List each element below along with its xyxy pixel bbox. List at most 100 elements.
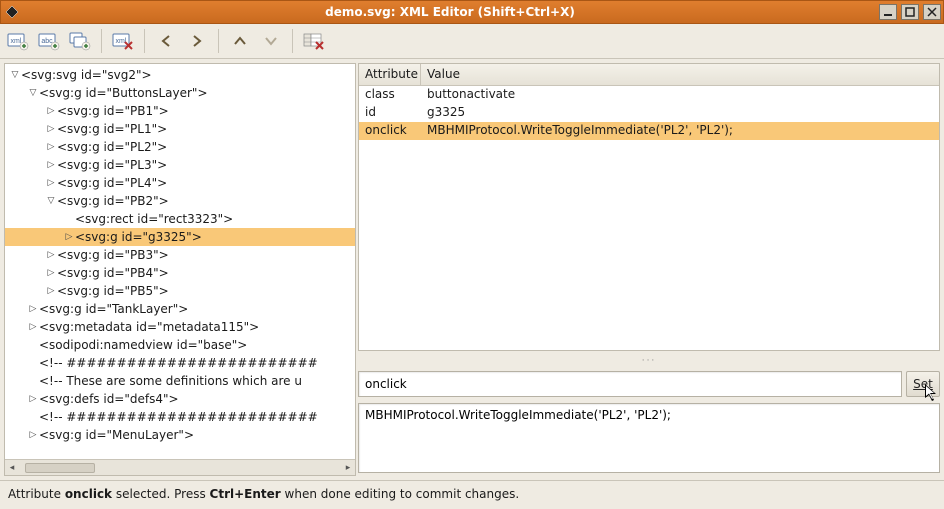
tree-node[interactable]: <svg:g id="PB2"> xyxy=(5,192,355,210)
expand-icon[interactable] xyxy=(27,390,39,408)
tree-node[interactable]: <svg:g id="PL4"> xyxy=(5,174,355,192)
tree-node-label: <!-- These are some definitions which ar… xyxy=(39,372,302,390)
attribute-name-input[interactable] xyxy=(358,371,902,397)
scroll-left-icon[interactable]: ◂ xyxy=(5,461,19,475)
scrollbar-thumb[interactable] xyxy=(25,463,95,473)
tree-node-label: <!-- ######################### xyxy=(39,354,318,372)
app-icon xyxy=(1,5,23,19)
attribute-table-header: Attribute Value xyxy=(359,64,939,86)
expand-icon[interactable] xyxy=(45,264,57,282)
header-attribute[interactable]: Attribute xyxy=(359,64,421,85)
close-button[interactable] xyxy=(923,4,941,20)
expand-icon[interactable] xyxy=(45,138,57,156)
tree-node-label: <!-- ######################### xyxy=(39,408,318,426)
tree-node[interactable]: <svg:g id="PB1"> xyxy=(5,102,355,120)
toolbar-separator xyxy=(292,29,293,53)
expand-icon[interactable] xyxy=(45,174,57,192)
prev-node-button[interactable] xyxy=(152,27,180,55)
collapse-icon[interactable] xyxy=(9,66,21,84)
attribute-value-textarea[interactable] xyxy=(358,403,940,473)
move-down-button[interactable] xyxy=(257,27,285,55)
tree-node-label: <svg:g id="PL4"> xyxy=(57,174,167,192)
tree-node[interactable]: <svg:g id="TankLayer"> xyxy=(5,300,355,318)
move-up-button[interactable] xyxy=(226,27,254,55)
attribute-name-cell: id xyxy=(359,104,421,122)
window-title: demo.svg: XML Editor (Shift+Ctrl+X) xyxy=(23,5,877,19)
tree-node[interactable]: <svg:defs id="defs4"> xyxy=(5,390,355,408)
tree-node-label: <svg:g id="TankLayer"> xyxy=(39,300,188,318)
attribute-name-cell: onclick xyxy=(359,122,421,140)
expand-icon[interactable] xyxy=(45,156,57,174)
attribute-pane: Attribute Value classbuttonactivateidg33… xyxy=(358,63,940,476)
main-area: <svg:svg id="svg2"><svg:g id="ButtonsLay… xyxy=(0,59,944,480)
new-text-node-button[interactable]: abc xyxy=(35,27,63,55)
xml-tree[interactable]: <svg:svg id="svg2"><svg:g id="ButtonsLay… xyxy=(5,64,355,459)
tree-node[interactable]: <svg:metadata id="metadata115"> xyxy=(5,318,355,336)
expand-icon[interactable] xyxy=(27,318,39,336)
expand-icon[interactable] xyxy=(45,120,57,138)
tree-node[interactable]: <svg:g id="g3325"> xyxy=(5,228,355,246)
tree-node[interactable]: <svg:g id="PB5"> xyxy=(5,282,355,300)
tree-node-label: <svg:g id="PB4"> xyxy=(57,264,169,282)
toolbar-separator xyxy=(218,29,219,53)
expand-icon[interactable] xyxy=(27,300,39,318)
tree-node-label: <svg:g id="PB2"> xyxy=(57,192,169,210)
toolbar-separator xyxy=(144,29,145,53)
pane-splitter[interactable]: ··· xyxy=(358,357,940,365)
svg-text:abc: abc xyxy=(41,38,53,45)
tree-node-label: <svg:g id="g3325"> xyxy=(75,228,202,246)
collapse-icon[interactable] xyxy=(27,84,39,102)
tree-node-label: <svg:g id="PB3"> xyxy=(57,246,169,264)
expand-icon[interactable] xyxy=(27,426,39,444)
tree-node-label: <svg:g id="PL3"> xyxy=(57,156,167,174)
tree-node[interactable]: <svg:svg id="svg2"> xyxy=(5,66,355,84)
tree-node-label: <svg:g id="PB1"> xyxy=(57,102,169,120)
set-button[interactable]: Set xyxy=(906,371,940,397)
delete-node-button[interactable]: xml xyxy=(109,27,137,55)
tree-node-label: <svg:rect id="rect3323"> xyxy=(75,210,233,228)
scroll-right-icon[interactable]: ▸ xyxy=(341,461,355,475)
tree-node[interactable]: <svg:g id="PL3"> xyxy=(5,156,355,174)
expand-icon[interactable] xyxy=(45,246,57,264)
maximize-button[interactable] xyxy=(901,4,919,20)
tree-node[interactable]: <sodipodi:namedview id="base"> xyxy=(5,336,355,354)
tree-node-label: <svg:svg id="svg2"> xyxy=(21,66,152,84)
attribute-row[interactable]: onclickMBHMIProtocol.WriteToggleImmediat… xyxy=(359,122,939,140)
tree-node[interactable]: <svg:g id="PB4"> xyxy=(5,264,355,282)
horizontal-scrollbar[interactable]: ◂ ▸ xyxy=(5,459,355,475)
toolbar: xml abc xml xyxy=(0,24,944,59)
tree-node[interactable]: <!-- ######################### xyxy=(5,354,355,372)
toolbar-separator xyxy=(101,29,102,53)
attribute-table: Attribute Value classbuttonactivateidg33… xyxy=(358,63,940,351)
tree-node[interactable]: <svg:g id="PL1"> xyxy=(5,120,355,138)
header-value[interactable]: Value xyxy=(421,64,939,85)
tree-node[interactable]: <!-- ######################### xyxy=(5,408,355,426)
expand-icon[interactable] xyxy=(45,102,57,120)
attribute-name-row: Set xyxy=(358,371,940,397)
tree-node-label: <svg:g id="PL2"> xyxy=(57,138,167,156)
attribute-value-cell: MBHMIProtocol.WriteToggleImmediate('PL2'… xyxy=(421,122,939,140)
tree-node[interactable]: <svg:g id="PL2"> xyxy=(5,138,355,156)
attribute-name-cell: class xyxy=(359,86,421,104)
expand-icon[interactable] xyxy=(45,282,57,300)
attribute-row[interactable]: idg3325 xyxy=(359,104,939,122)
expand-icon[interactable] xyxy=(63,228,75,246)
svg-text:xml: xml xyxy=(11,38,22,45)
tree-node[interactable]: <!-- These are some definitions which ar… xyxy=(5,372,355,390)
duplicate-node-button[interactable] xyxy=(66,27,94,55)
attribute-row[interactable]: classbuttonactivate xyxy=(359,86,939,104)
tree-node[interactable]: <svg:rect id="rect3323"> xyxy=(5,210,355,228)
minimize-button[interactable] xyxy=(879,4,897,20)
tree-node[interactable]: <svg:g id="ButtonsLayer"> xyxy=(5,84,355,102)
attribute-value-cell: buttonactivate xyxy=(421,86,939,104)
tree-node-label: <svg:g id="MenuLayer"> xyxy=(39,426,194,444)
tree-node[interactable]: <svg:g id="PB3"> xyxy=(5,246,355,264)
next-node-button[interactable] xyxy=(183,27,211,55)
tree-node[interactable]: <svg:g id="MenuLayer"> xyxy=(5,426,355,444)
collapse-icon[interactable] xyxy=(45,192,57,210)
delete-attribute-button[interactable] xyxy=(300,27,328,55)
new-element-node-button[interactable]: xml xyxy=(4,27,32,55)
tree-node-label: <svg:g id="ButtonsLayer"> xyxy=(39,84,208,102)
set-button-label: Set xyxy=(913,377,933,391)
status-text: Attribute onclick selected. Press Ctrl+E… xyxy=(8,487,519,501)
